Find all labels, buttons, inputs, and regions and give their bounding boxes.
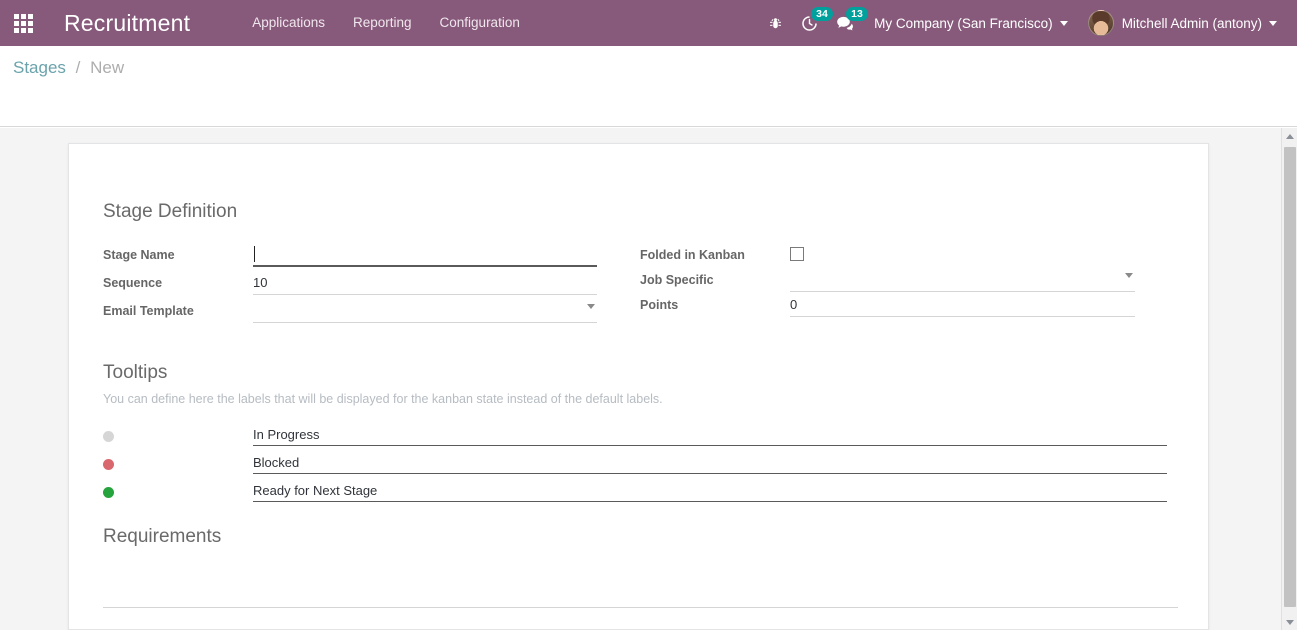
apps-grid-icon xyxy=(13,13,33,33)
top-navbar: Recruitment Applications Reporting Confi… xyxy=(0,0,1297,46)
debug-menu-button[interactable] xyxy=(759,0,792,46)
main-menu: Applications Reporting Configuration xyxy=(238,0,534,46)
bug-icon xyxy=(770,17,782,28)
email-template-label: Email Template xyxy=(103,304,194,318)
sequence-input[interactable] xyxy=(253,274,597,295)
folded-in-kanban-label: Folded in Kanban xyxy=(640,248,745,262)
ready-for-next-stage-label-input[interactable] xyxy=(253,482,1167,502)
menu-item-reporting[interactable]: Reporting xyxy=(339,0,426,46)
stage-name-input[interactable] xyxy=(253,247,597,267)
grey-state-dot xyxy=(103,430,114,442)
requirements-heading: Requirements xyxy=(103,526,222,547)
menu-item-configuration[interactable]: Configuration xyxy=(426,0,534,46)
form-sheet: Stage Definition Stage Name Sequence Ema… xyxy=(68,143,1209,630)
chevron-down-icon xyxy=(1059,20,1068,26)
breadcrumb: Stages / New xyxy=(13,58,124,78)
in-progress-label-input[interactable] xyxy=(253,426,1167,446)
sequence-label: Sequence xyxy=(103,276,163,290)
scrollbar-thumb[interactable] xyxy=(1284,147,1296,607)
chevron-up-icon xyxy=(1286,133,1294,139)
field-row-job-specific: Job Specific xyxy=(640,271,1135,296)
scroll-up-button[interactable] xyxy=(1282,128,1297,144)
field-row-email-template: Email Template xyxy=(103,302,597,330)
tooltip-row-blocked xyxy=(103,450,1167,478)
job-specific-input[interactable] xyxy=(790,271,1135,292)
tooltip-row-ready xyxy=(103,478,1167,506)
text-caret xyxy=(254,246,255,262)
points-input[interactable] xyxy=(790,296,1135,317)
field-row-folded-in-kanban: Folded in Kanban xyxy=(640,246,1135,271)
red-state-dot xyxy=(103,458,114,470)
tooltips-description: You can define here the labels that will… xyxy=(103,392,663,406)
folded-in-kanban-checkbox[interactable] xyxy=(790,247,804,261)
requirements-textarea[interactable] xyxy=(103,558,1178,608)
stage-definition-heading: Stage Definition xyxy=(103,201,238,222)
user-menu-button[interactable]: Mitchell Admin (antony) xyxy=(1078,0,1287,46)
company-name: My Company (San Francisco) xyxy=(874,15,1053,31)
green-state-dot xyxy=(103,486,114,498)
points-label: Points xyxy=(640,298,679,312)
scroll-down-button[interactable] xyxy=(1282,614,1297,630)
field-row-points: Points xyxy=(640,296,1135,321)
activities-button[interactable]: 34 xyxy=(792,0,833,46)
tooltips-heading: Tooltips xyxy=(103,362,168,383)
email-template-input[interactable] xyxy=(253,302,597,323)
tooltip-row-in-progress xyxy=(103,422,1167,450)
breadcrumb-item-stages[interactable]: Stages xyxy=(13,58,66,77)
messages-button[interactable]: 13 xyxy=(827,0,868,46)
apps-menu-button[interactable] xyxy=(0,0,46,46)
job-specific-label: Job Specific xyxy=(640,273,714,287)
control-panel: Stages / New SAVE DISCARD xyxy=(0,46,1297,168)
stage-name-label: Stage Name xyxy=(103,248,175,262)
breadcrumb-separator: / xyxy=(75,58,81,77)
app-brand-title: Recruitment xyxy=(64,9,191,36)
chevron-down-icon xyxy=(1269,20,1277,26)
messages-badge: 13 xyxy=(846,7,868,21)
navbar-right-group: 34 13 My Company (San Francisco) Mitchel… xyxy=(759,0,1297,46)
company-switcher-button[interactable]: My Company (San Francisco) xyxy=(864,0,1078,46)
menu-item-applications[interactable]: Applications xyxy=(238,0,339,46)
field-row-stage-name: Stage Name xyxy=(103,246,597,274)
field-row-sequence: Sequence xyxy=(103,274,597,302)
chevron-down-icon xyxy=(1286,619,1294,625)
breadcrumb-item-current: New xyxy=(90,58,125,77)
user-name: Mitchell Admin (antony) xyxy=(1121,15,1262,31)
avatar xyxy=(1087,10,1114,36)
blocked-label-input[interactable] xyxy=(253,454,1167,474)
content-area: Stage Definition Stage Name Sequence Ema… xyxy=(0,128,1297,630)
vertical-scrollbar[interactable] xyxy=(1281,128,1297,630)
